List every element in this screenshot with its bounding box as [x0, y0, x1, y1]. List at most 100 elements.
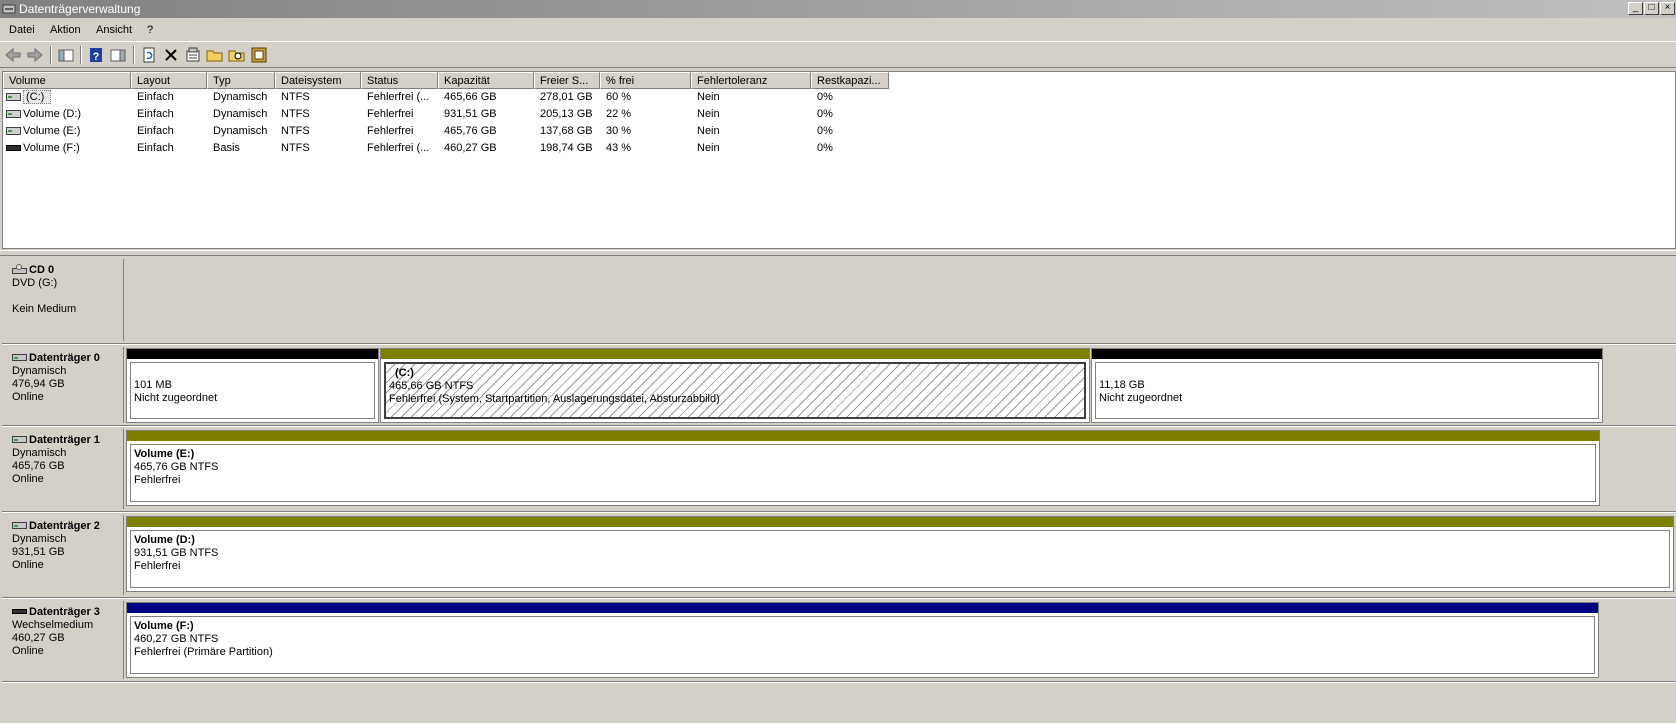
volume-fehlertoleranz: Nein — [697, 142, 720, 154]
menu-ansicht[interactable]: Ansicht — [96, 24, 132, 36]
console-tree-icon[interactable] — [56, 45, 76, 65]
removable-disk-icon — [12, 609, 27, 614]
column-header-typ[interactable]: Typ — [207, 72, 275, 89]
help-icon[interactable]: ? — [86, 45, 106, 65]
partition-color-bar — [127, 349, 378, 359]
volume-freier-speicher: 137,68 GB — [540, 125, 593, 137]
volume-name: (C:) — [23, 90, 51, 104]
maximize-button[interactable]: □ — [1644, 2, 1659, 15]
partition-unallocated-101mb[interactable]: 101 MB Nicht zugeordnet — [126, 348, 379, 423]
volume-layout: Einfach — [137, 125, 174, 137]
volume-layout: Einfach — [137, 108, 174, 120]
volume-row[interactable]: Volume (F:) Einfach Basis NTFS Fehlerfre… — [3, 140, 1675, 157]
disk-info-line: DVD (G:) — [12, 277, 58, 289]
volume-typ: Basis — [213, 142, 240, 154]
row-divider — [2, 681, 1676, 683]
column-header-fehlertoleranz[interactable]: Fehlertoleranz — [691, 72, 811, 89]
menu-datei[interactable]: Datei — [9, 24, 35, 36]
disk-info-line: Online — [12, 473, 44, 485]
volume-prozent-frei: 43 % — [606, 142, 632, 154]
column-header-kapazitaet[interactable]: Kapazität — [438, 72, 534, 89]
disk-label-cd0[interactable]: CD 0 DVD (G:) Kein Medium — [4, 259, 124, 341]
hard-disk-icon — [12, 436, 27, 443]
column-header-layout[interactable]: Layout — [131, 72, 207, 89]
partition-status: Fehlerfrei — [134, 474, 181, 486]
menu-help[interactable]: ? — [147, 24, 153, 36]
disk-name: Datenträger 1 — [29, 434, 100, 446]
disk-row-disk3: Datenträger 3 Wechselmedium 460,27 GB On… — [2, 599, 1676, 681]
partition-body: 11,18 GB Nicht zugeordnet — [1095, 362, 1599, 419]
partition-c[interactable]: (C:) 465,66 GB NTFS Fehlerfrei (System, … — [380, 348, 1090, 423]
volume-dateisystem: NTFS — [281, 125, 310, 137]
disk-label-disk0[interactable]: Datenträger 0 Dynamisch 476,94 GB Online — [4, 347, 124, 423]
disk-info-line: 476,94 GB — [12, 378, 65, 390]
title-bar: Datenträgerverwaltung _ □ × — [0, 0, 1676, 18]
partition-name: (C:) — [395, 367, 414, 379]
open-icon[interactable] — [205, 45, 225, 65]
volume-status: Fehlerfrei (... — [367, 91, 430, 103]
disk-info-line: Wechselmedium — [12, 619, 94, 631]
partition-size: 465,66 GB NTFS — [389, 380, 474, 392]
volume-kapazitaet: 465,66 GB — [444, 91, 497, 103]
partition-status: Fehlerfrei — [134, 560, 181, 572]
delete-icon[interactable] — [161, 45, 181, 65]
column-header-volume[interactable]: Volume — [3, 72, 131, 89]
disk-label-disk3[interactable]: Datenträger 3 Wechselmedium 460,27 GB On… — [4, 601, 124, 679]
column-header-restkapazitaet[interactable]: Restkapazi... — [811, 72, 889, 89]
volume-disk-icon — [6, 93, 21, 101]
partition-name: Volume (D:) — [134, 534, 195, 546]
back-icon[interactable] — [3, 45, 23, 65]
toolbar-separator — [50, 46, 52, 64]
volume-restkapazitaet: 0% — [817, 125, 833, 137]
properties-icon[interactable] — [183, 45, 203, 65]
close-button[interactable]: × — [1660, 2, 1675, 15]
volume-kapazitaet: 465,76 GB — [444, 125, 497, 137]
disk-info-line — [12, 290, 123, 303]
volume-prozent-frei: 30 % — [606, 125, 632, 137]
show-hide-icon[interactable] — [108, 45, 128, 65]
refresh-icon[interactable] — [139, 45, 159, 65]
menu-aktion[interactable]: Aktion — [50, 24, 81, 36]
forward-icon[interactable] — [25, 45, 45, 65]
volume-list: Volume Layout Typ Dateisystem Status Kap… — [2, 71, 1676, 249]
partition-body: Volume (F:) 460,27 GB NTFS Fehlerfrei (P… — [130, 616, 1595, 674]
column-header-dateisystem[interactable]: Dateisystem — [275, 72, 361, 89]
hard-disk-icon — [12, 522, 27, 529]
disk-label-disk1[interactable]: Datenträger 1 Dynamisch 465,76 GB Online — [4, 429, 124, 509]
disk-info-line: 465,76 GB — [12, 460, 65, 472]
volume-row[interactable]: Volume (D:) Einfach Dynamisch NTFS Fehle… — [3, 106, 1675, 123]
volume-status: Fehlerfrei (... — [367, 142, 430, 154]
disk-info-line: Dynamisch — [12, 365, 67, 377]
column-header-status[interactable]: Status — [361, 72, 438, 89]
volume-freier-speicher: 198,74 GB — [540, 142, 593, 154]
volume-typ: Dynamisch — [213, 125, 268, 137]
volume-row[interactable]: Volume (E:) Einfach Dynamisch NTFS Fehle… — [3, 123, 1675, 140]
volume-name: Volume (E:) — [23, 125, 81, 137]
partition-volume-d[interactable]: Volume (D:) 931,51 GB NTFS Fehlerfrei — [126, 516, 1674, 592]
volume-restkapazitaet: 0% — [817, 142, 833, 154]
partition-volume-f[interactable]: Volume (F:) 460,27 GB NTFS Fehlerfrei (P… — [126, 602, 1599, 678]
toolbar: ? — [0, 41, 1676, 68]
partition-unallocated-11gb[interactable]: 11,18 GB Nicht zugeordnet — [1091, 348, 1603, 423]
minimize-button[interactable]: _ — [1628, 2, 1643, 15]
volume-name: Volume (D:) — [23, 108, 82, 120]
explore-icon[interactable] — [227, 45, 247, 65]
partition-body: 101 MB Nicht zugeordnet — [130, 362, 375, 419]
partition-status: Fehlerfrei (Primäre Partition) — [134, 646, 273, 658]
pane-splitter[interactable] — [0, 250, 1676, 256]
export-icon[interactable] — [249, 45, 269, 65]
list-header: Volume Layout Typ Dateisystem Status Kap… — [3, 72, 1675, 89]
volume-fehlertoleranz: Nein — [697, 108, 720, 120]
partition-size: 101 MB — [134, 379, 172, 391]
partition-volume-e[interactable]: Volume (E:) 465,76 GB NTFS Fehlerfrei — [126, 430, 1600, 506]
volume-row[interactable]: (C:) Einfach Dynamisch NTFS Fehlerfrei (… — [3, 89, 1675, 106]
column-header-freier-speicher[interactable]: Freier S... — [534, 72, 600, 89]
disk-label-disk2[interactable]: Datenträger 2 Dynamisch 931,51 GB Online — [4, 515, 124, 595]
disk-graphical-view: CD 0 DVD (G:) Kein Medium Datenträger 0 … — [2, 257, 1676, 723]
partition-body: Volume (D:) 931,51 GB NTFS Fehlerfrei — [130, 530, 1670, 588]
column-header-prozent-frei[interactable]: % frei — [600, 72, 691, 89]
disk-info-line: Kein Medium — [12, 303, 77, 315]
volume-status: Fehlerfrei — [367, 125, 414, 137]
hard-disk-icon — [12, 354, 27, 361]
toolbar-separator — [133, 46, 135, 64]
